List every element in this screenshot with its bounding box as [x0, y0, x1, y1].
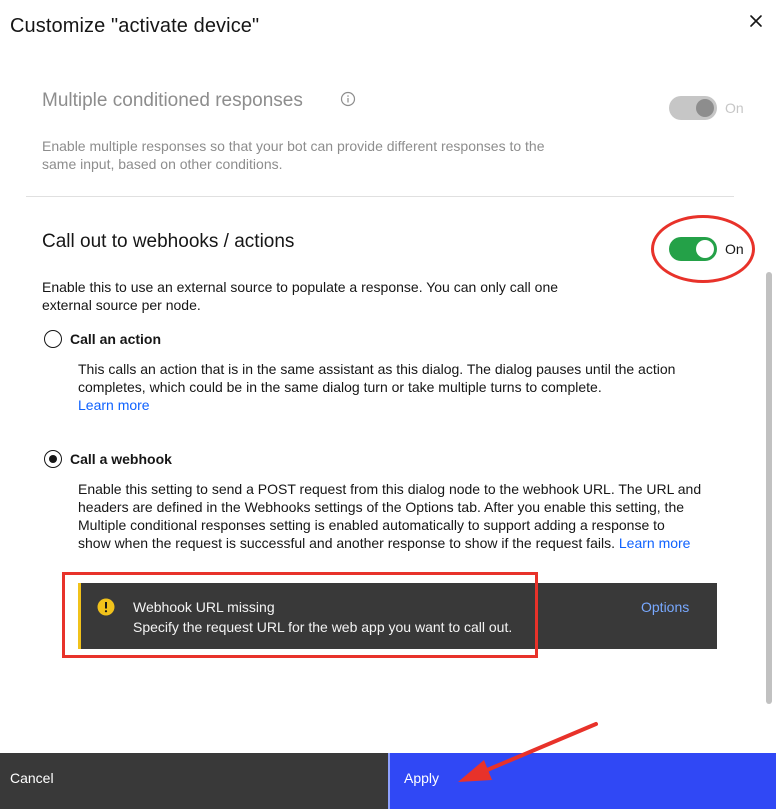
call-webhook-radio[interactable]: [44, 450, 62, 468]
apply-button-label: Apply: [404, 770, 440, 786]
description-line: This calls an action that is in the same…: [78, 361, 676, 377]
description-line: same input, based on other conditions.: [42, 156, 283, 172]
description-line: completes, which could be in the same di…: [78, 379, 602, 395]
description-line: headers are defined in the Webhooks sett…: [78, 499, 685, 515]
multiple-responses-toggle-label: On: [725, 100, 744, 116]
description-line: external source per node.: [42, 297, 201, 313]
annotation-arrow-icon: [458, 722, 598, 782]
radio-selected-dot: [48, 454, 57, 463]
modal-title: Customize "activate device": [10, 15, 260, 37]
call-webhook-description: Enable this setting to send a POST reque…: [78, 480, 701, 552]
annotation-ellipse: [651, 215, 755, 283]
call-action-learn-more-link[interactable]: Learn more: [78, 396, 675, 414]
call-webhook-learn-more-link[interactable]: Learn more: [619, 535, 691, 551]
section-divider: [26, 196, 734, 197]
close-button[interactable]: [744, 9, 768, 33]
call-action-description: This calls an action that is in the same…: [78, 360, 675, 414]
cancel-button[interactable]: Cancel: [0, 753, 388, 809]
scrollbar-thumb[interactable]: [766, 272, 772, 704]
info-icon[interactable]: [340, 91, 356, 107]
multiple-responses-toggle[interactable]: [669, 96, 717, 120]
multiple-responses-description: Enable multiple responses so that your b…: [42, 137, 545, 173]
description-line: Enable multiple responses so that your b…: [42, 138, 545, 154]
customize-node-modal: Customize "activate device" Multiple con…: [0, 0, 776, 809]
annotation-rectangle: [62, 572, 538, 658]
toggle-knob: [696, 99, 714, 117]
description-line: show when the request is successful and …: [78, 534, 701, 552]
description-line: Enable this setting to send a POST reque…: [78, 481, 702, 497]
close-icon: [750, 15, 762, 27]
multiple-responses-title: Multiple conditioned responses: [42, 90, 303, 111]
description-line: Multiple conditional responses setting i…: [78, 517, 665, 533]
webhooks-description: Enable this to use an external source to…: [42, 278, 558, 314]
call-action-radio[interactable]: [44, 330, 62, 348]
notification-options-link[interactable]: Options: [641, 599, 689, 615]
call-webhook-label[interactable]: Call a webhook: [70, 451, 172, 467]
description-line: Enable this to use an external source to…: [42, 279, 559, 295]
webhooks-title: Call out to webhooks / actions: [42, 231, 295, 252]
call-action-label[interactable]: Call an action: [70, 331, 161, 347]
description-text: show when the request is successful and …: [78, 535, 615, 551]
cancel-button-label: Cancel: [10, 770, 54, 786]
